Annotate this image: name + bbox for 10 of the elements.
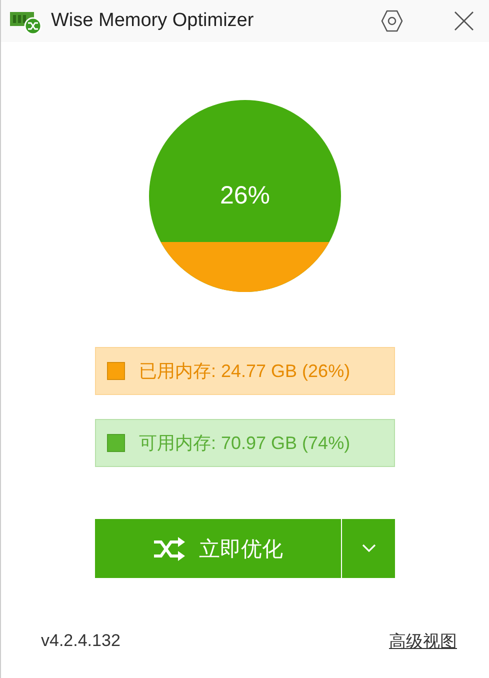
legend-label: 可用内存: 70.97 GB (74%) [139,432,350,455]
settings-icon [380,9,404,33]
shuffle-icon [153,536,187,560]
window-title: Wise Memory Optimizer [51,10,255,32]
version-label: v4.2.4.132 [41,631,120,651]
close-icon [454,11,474,31]
chevron-down-icon [362,544,376,553]
legend-label: 已用内存: 24.77 GB (26%) [139,360,350,383]
usage-percent: 26% [220,182,270,210]
advanced-view-link[interactable]: 高级视图 [389,630,457,652]
